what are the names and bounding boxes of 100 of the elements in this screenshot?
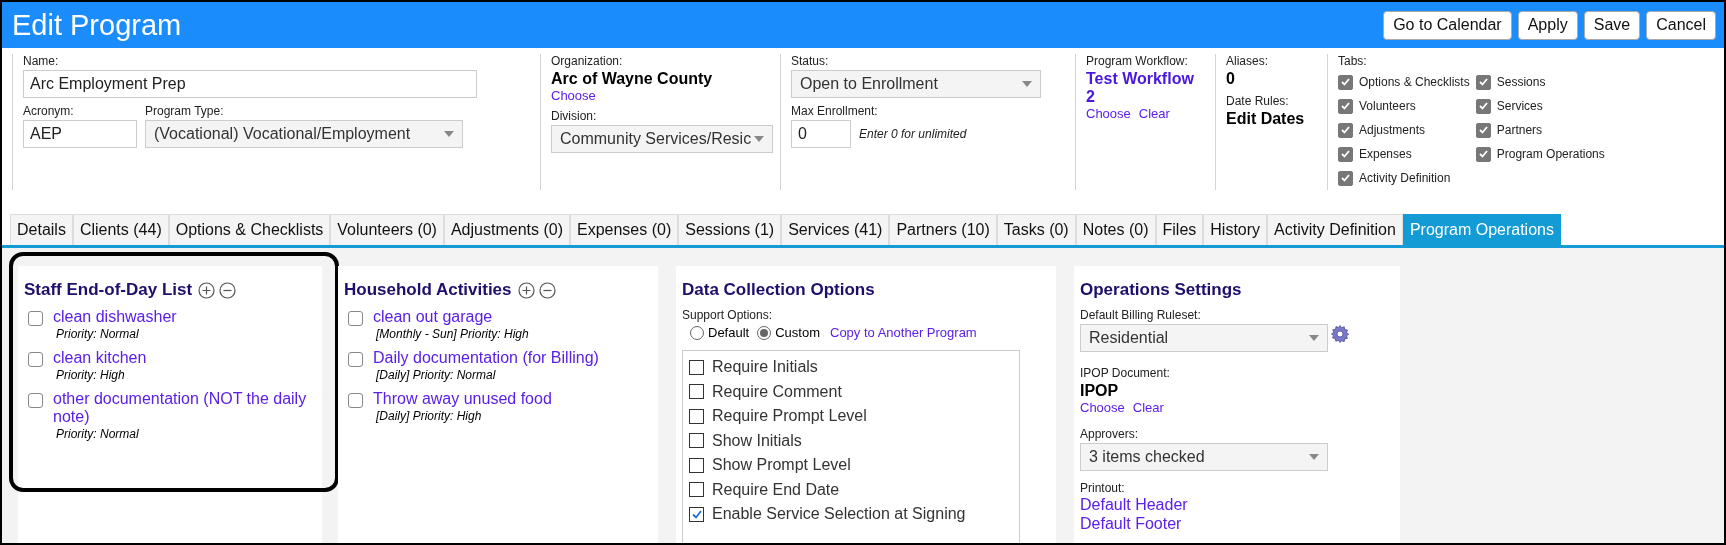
card-title: Household Activities: [344, 280, 512, 300]
option-label: Require Initials: [712, 358, 818, 377]
checkbox-label: Sessions: [1496, 75, 1546, 89]
tab[interactable]: History: [1203, 214, 1268, 245]
clear-link[interactable]: Clear: [1132, 400, 1164, 415]
tab[interactable]: Notes (0): [1075, 214, 1156, 245]
aliases-count: 0: [1226, 70, 1236, 88]
checkbox[interactable]: [1338, 170, 1353, 186]
card-title: Operations Settings: [1080, 280, 1243, 300]
task-link[interactable]: Throw away unused food: [373, 390, 552, 408]
tab[interactable]: Volunteers (0): [330, 214, 444, 245]
header-button[interactable]: Apply: [1517, 10, 1578, 40]
tab[interactable]: Partners (10): [889, 214, 997, 245]
field-label: Program Type:: [145, 104, 225, 118]
caret-icon: [1309, 454, 1319, 460]
checkbox-label: Program Operations: [1496, 147, 1605, 161]
checkbox[interactable]: [1338, 74, 1353, 90]
tab[interactable]: Expenses (0): [570, 214, 679, 245]
tab[interactable]: Adjustments (0): [443, 214, 570, 245]
approvers-select[interactable]: 3 items checked: [1080, 443, 1328, 471]
caret-icon: [1309, 335, 1319, 341]
header-button[interactable]: Save: [1583, 10, 1641, 40]
choose-link[interactable]: Choose: [1086, 106, 1131, 121]
checkbox[interactable]: [348, 311, 363, 326]
tab[interactable]: Sessions (1): [678, 214, 782, 245]
check-icon: [1478, 150, 1488, 158]
task-link[interactable]: clean out garage: [373, 308, 529, 326]
checkbox[interactable]: [1338, 98, 1353, 114]
field-label: Date Rules:: [1226, 94, 1290, 108]
choose-link[interactable]: Choose: [551, 88, 596, 103]
acronym-field[interactable]: AEP: [23, 120, 137, 148]
checkbox[interactable]: [1475, 146, 1491, 162]
option-label: Require Comment: [712, 382, 842, 401]
tab[interactable]: Activity Definition: [1267, 214, 1403, 245]
header-button[interactable]: Go to Calendar: [1383, 10, 1512, 40]
choose-link[interactable]: Choose: [1080, 400, 1125, 415]
task-link[interactable]: clean kitchen: [53, 349, 147, 367]
checkbox-label: Adjustments: [1359, 123, 1426, 137]
card-title: Data Collection Options: [682, 280, 876, 300]
copy-link[interactable]: Copy to Another Program: [830, 325, 977, 340]
field-label: Tabs:: [1338, 54, 1368, 68]
checkbox[interactable]: [28, 352, 43, 367]
option-label: Enable Service Selection at Signing: [712, 505, 966, 524]
tab[interactable]: Details: [10, 214, 73, 245]
checkbox[interactable]: [689, 433, 704, 449]
checkbox[interactable]: [1338, 122, 1353, 138]
task-link[interactable]: Daily documentation (for Billing): [373, 349, 599, 367]
task-detail: Priority: Normal: [56, 327, 140, 341]
task-detail: [Daily] Priority: Normal: [376, 368, 497, 382]
checkbox-label: Expenses: [1359, 147, 1412, 161]
field-label: Program Workflow:: [1086, 54, 1189, 68]
checkbox[interactable]: [689, 359, 704, 375]
check-icon: [1478, 102, 1488, 110]
checkbox[interactable]: [348, 352, 363, 367]
division-select[interactable]: Community Services/Resic: [551, 125, 773, 153]
workflow-link[interactable]: Test Workflow 2: [1086, 70, 1205, 106]
checkbox[interactable]: [689, 457, 704, 473]
checkbox[interactable]: [1475, 122, 1491, 138]
plus-circle-icon: [517, 281, 535, 299]
tab[interactable]: Clients (44): [72, 214, 169, 245]
checkbox[interactable]: [689, 384, 704, 400]
checkbox[interactable]: [28, 311, 43, 326]
checkbox[interactable]: [689, 506, 704, 522]
checkbox-label: Options & Checklists: [1359, 75, 1470, 89]
tab[interactable]: Files: [1155, 214, 1204, 245]
field-label: Approvers:: [1080, 427, 1140, 441]
printout-link[interactable]: Default Footer: [1080, 514, 1394, 533]
tab[interactable]: Services (41): [781, 214, 890, 245]
checkbox[interactable]: [1475, 74, 1491, 90]
checkbox[interactable]: [348, 393, 363, 408]
status-select[interactable]: Open to Enrollment: [791, 70, 1041, 98]
option-label: Show Prompt Level: [712, 456, 851, 475]
checkbox[interactable]: [1475, 98, 1491, 114]
header-button[interactable]: Cancel: [1646, 10, 1716, 40]
printout-link[interactable]: Default Header: [1080, 495, 1394, 514]
task-link[interactable]: clean dishwasher: [53, 308, 177, 326]
check-icon: [691, 509, 702, 519]
clear-link[interactable]: Clear: [1138, 106, 1170, 121]
checkbox[interactable]: [1338, 146, 1353, 162]
checkbox[interactable]: [689, 408, 704, 424]
task-link[interactable]: other documentation (NOT the daily note): [53, 390, 316, 426]
card-title: Staff End-of-Day List: [24, 280, 193, 300]
checkbox[interactable]: [689, 482, 704, 498]
tab[interactable]: Tasks (0): [996, 214, 1076, 245]
checkbox[interactable]: [28, 393, 43, 408]
program-type-select[interactable]: (Vocational) Vocational/Employment: [145, 120, 463, 148]
name-field[interactable]: Arc Employment Prep: [23, 70, 477, 98]
check-icon: [1341, 126, 1350, 134]
minus-circle-icon: [538, 281, 556, 299]
tab[interactable]: Options & Checklists: [168, 214, 331, 245]
field-label: Max Enrollment:: [791, 104, 879, 118]
task-detail: Priority: High: [56, 368, 126, 382]
ruleset-select[interactable]: Residential: [1080, 324, 1328, 352]
radio-label: Default: [708, 325, 750, 340]
minus-circle-icon: [219, 281, 237, 299]
edit-dates-link[interactable]: Edit Dates: [1226, 110, 1317, 128]
task-detail: [Monthly - Sun] Priority: High: [376, 327, 529, 341]
caret-icon: [1022, 81, 1032, 87]
max-enrollment-field[interactable]: 0: [791, 120, 851, 148]
check-icon: [1478, 78, 1488, 86]
